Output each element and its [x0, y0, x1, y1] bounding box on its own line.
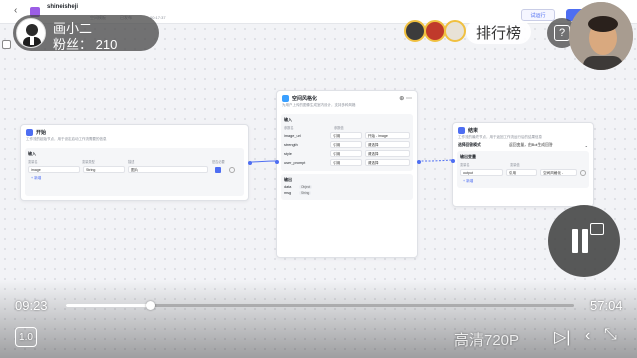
end-add-var-button[interactable]: + 新增 [460, 178, 586, 185]
end-var-mode-select[interactable]: 引用 [505, 169, 538, 176]
param-name: user_prompt [284, 160, 306, 165]
trial-run-label: 试运行 [530, 12, 546, 19]
start-var-type-select[interactable]: String [83, 166, 125, 173]
end-input-handle[interactable] [451, 159, 455, 163]
col-desc: 描述 [128, 160, 135, 164]
style-node-icon [282, 95, 289, 102]
end-node-icon [458, 127, 465, 134]
breadcrumb-3: 00:17:37 [150, 15, 166, 20]
param-mode-select[interactable]: 引用 [330, 132, 362, 139]
col-param-name: 参数名 [284, 126, 294, 130]
style-node[interactable]: 空间风格化 ⊕ ⋯ 为用户上传的图像生成室内设计，支持多种风格 输入 参数名 参… [275, 90, 421, 258]
param-name: image_url [284, 133, 301, 138]
style-input-title: 输入 [284, 117, 292, 122]
end-output-title: 输出变量 [460, 154, 476, 159]
param-row: user_prompt 引用 请选择 [284, 159, 410, 166]
start-node-icon [26, 129, 33, 136]
col-var-name: 变量名 [460, 163, 470, 167]
col-var-value: 变量值 [510, 163, 520, 167]
param-mode-select[interactable]: 引用 [330, 159, 362, 166]
param-row: image_url 引用 开始 - image [284, 132, 410, 139]
style-input-section: 输入 参数名 参数值 image_url 引用 开始 - image stren… [281, 114, 413, 171]
start-input-section: 输入 变量名 变量类型 描述 是否必要 image String 图片 + 新增 [25, 148, 244, 196]
col-required: 是否必要 [212, 160, 225, 164]
answer-mode-select[interactable]: 返回变量，由Bot生成回答 [509, 143, 553, 148]
output-name: msg [284, 191, 292, 195]
param-name: style [284, 151, 292, 156]
style-node-title: 空间风格化 [292, 96, 318, 102]
publish-button[interactable] [566, 9, 600, 21]
workspace-icon [30, 7, 40, 17]
end-node[interactable]: 结束 工作流的最终节点，用于返回工作流运行后的结果信息 选择回答模式 返回变量，… [451, 122, 594, 207]
required-checkbox[interactable] [215, 166, 221, 173]
style-input-handle[interactable] [275, 160, 279, 164]
start-node-desc: 工作流的起始节点，用于设定启动工作流需要的信息 [26, 137, 107, 141]
remove-var-icon[interactable] [580, 169, 586, 176]
breadcrumb-1: 空间模板 [90, 15, 106, 20]
chevron-down-icon: ⌄ [584, 143, 588, 148]
param-row: style 引用 请选择 [284, 150, 410, 157]
start-input-title: 输入 [28, 151, 36, 156]
col-param-value: 参数值 [334, 126, 344, 130]
style-output-section: 输出 data Object msg String [281, 174, 413, 200]
style-node-desc: 为用户上传的图像生成室内设计，支持多种风格 [282, 103, 356, 107]
col-var-type: 变量类型 [82, 160, 95, 164]
end-output-section: 输出变量 变量名 变量值 output 引用 空间风格化 - + 新增 [457, 151, 589, 188]
param-value-select[interactable]: 请选择 [364, 159, 410, 166]
param-row: strength 引用 请选择 [284, 141, 410, 148]
style-output-handle[interactable] [417, 160, 421, 164]
end-node-desc: 工作流的最终节点，用于返回工作流运行后的结果信息 [458, 135, 542, 139]
app-topbar: ‹ shineisheji 空间模板 已发布 00:17:37 试运行 [0, 0, 637, 24]
param-name: strength [284, 142, 298, 147]
start-node[interactable]: 开始 工作流的起始节点，用于设定启动工作流需要的信息 输入 变量名 变量类型 描… [20, 124, 252, 201]
style-output-title: 输出 [284, 177, 292, 182]
start-var-desc-field[interactable]: 图片 [128, 166, 208, 173]
start-node-title: 开始 [36, 130, 47, 136]
workflow-canvas[interactable]: 开始 工作流的起始节点，用于设定启动工作流需要的信息 输入 变量名 变量类型 描… [0, 24, 637, 358]
start-add-var-button[interactable]: + 新增 [28, 175, 241, 182]
output-type-tag: Object [299, 185, 313, 189]
param-value-select[interactable]: 请选择 [364, 141, 410, 148]
param-mode-select[interactable]: 引用 [330, 141, 362, 148]
answer-mode-label: 选择回答模式 [458, 143, 481, 147]
workspace-name[interactable]: shineisheji [47, 4, 78, 10]
back-icon[interactable]: ‹ [14, 5, 17, 16]
end-var-name-field[interactable]: output [460, 169, 503, 176]
remove-var-icon[interactable] [229, 166, 235, 173]
end-var-value-select[interactable]: 空间风格化 - [540, 169, 578, 176]
node-more-icon[interactable]: ⊕ ⋯ [399, 95, 412, 102]
param-value-select[interactable]: 请选择 [364, 150, 410, 157]
sidebar-toggle-icon[interactable] [2, 40, 11, 49]
trial-run-button[interactable]: 试运行 [521, 9, 555, 21]
breadcrumb-2: 已发布 [120, 15, 132, 20]
col-var-name: 变量名 [28, 160, 38, 164]
end-node-title: 结束 [468, 128, 479, 134]
start-var-name-field[interactable]: image [28, 166, 80, 173]
param-value-select[interactable]: 开始 - image [364, 132, 410, 139]
start-output-handle[interactable] [248, 161, 252, 165]
output-type-tag: String [299, 191, 312, 195]
output-name: data [284, 185, 292, 189]
param-mode-select[interactable]: 引用 [330, 150, 362, 157]
